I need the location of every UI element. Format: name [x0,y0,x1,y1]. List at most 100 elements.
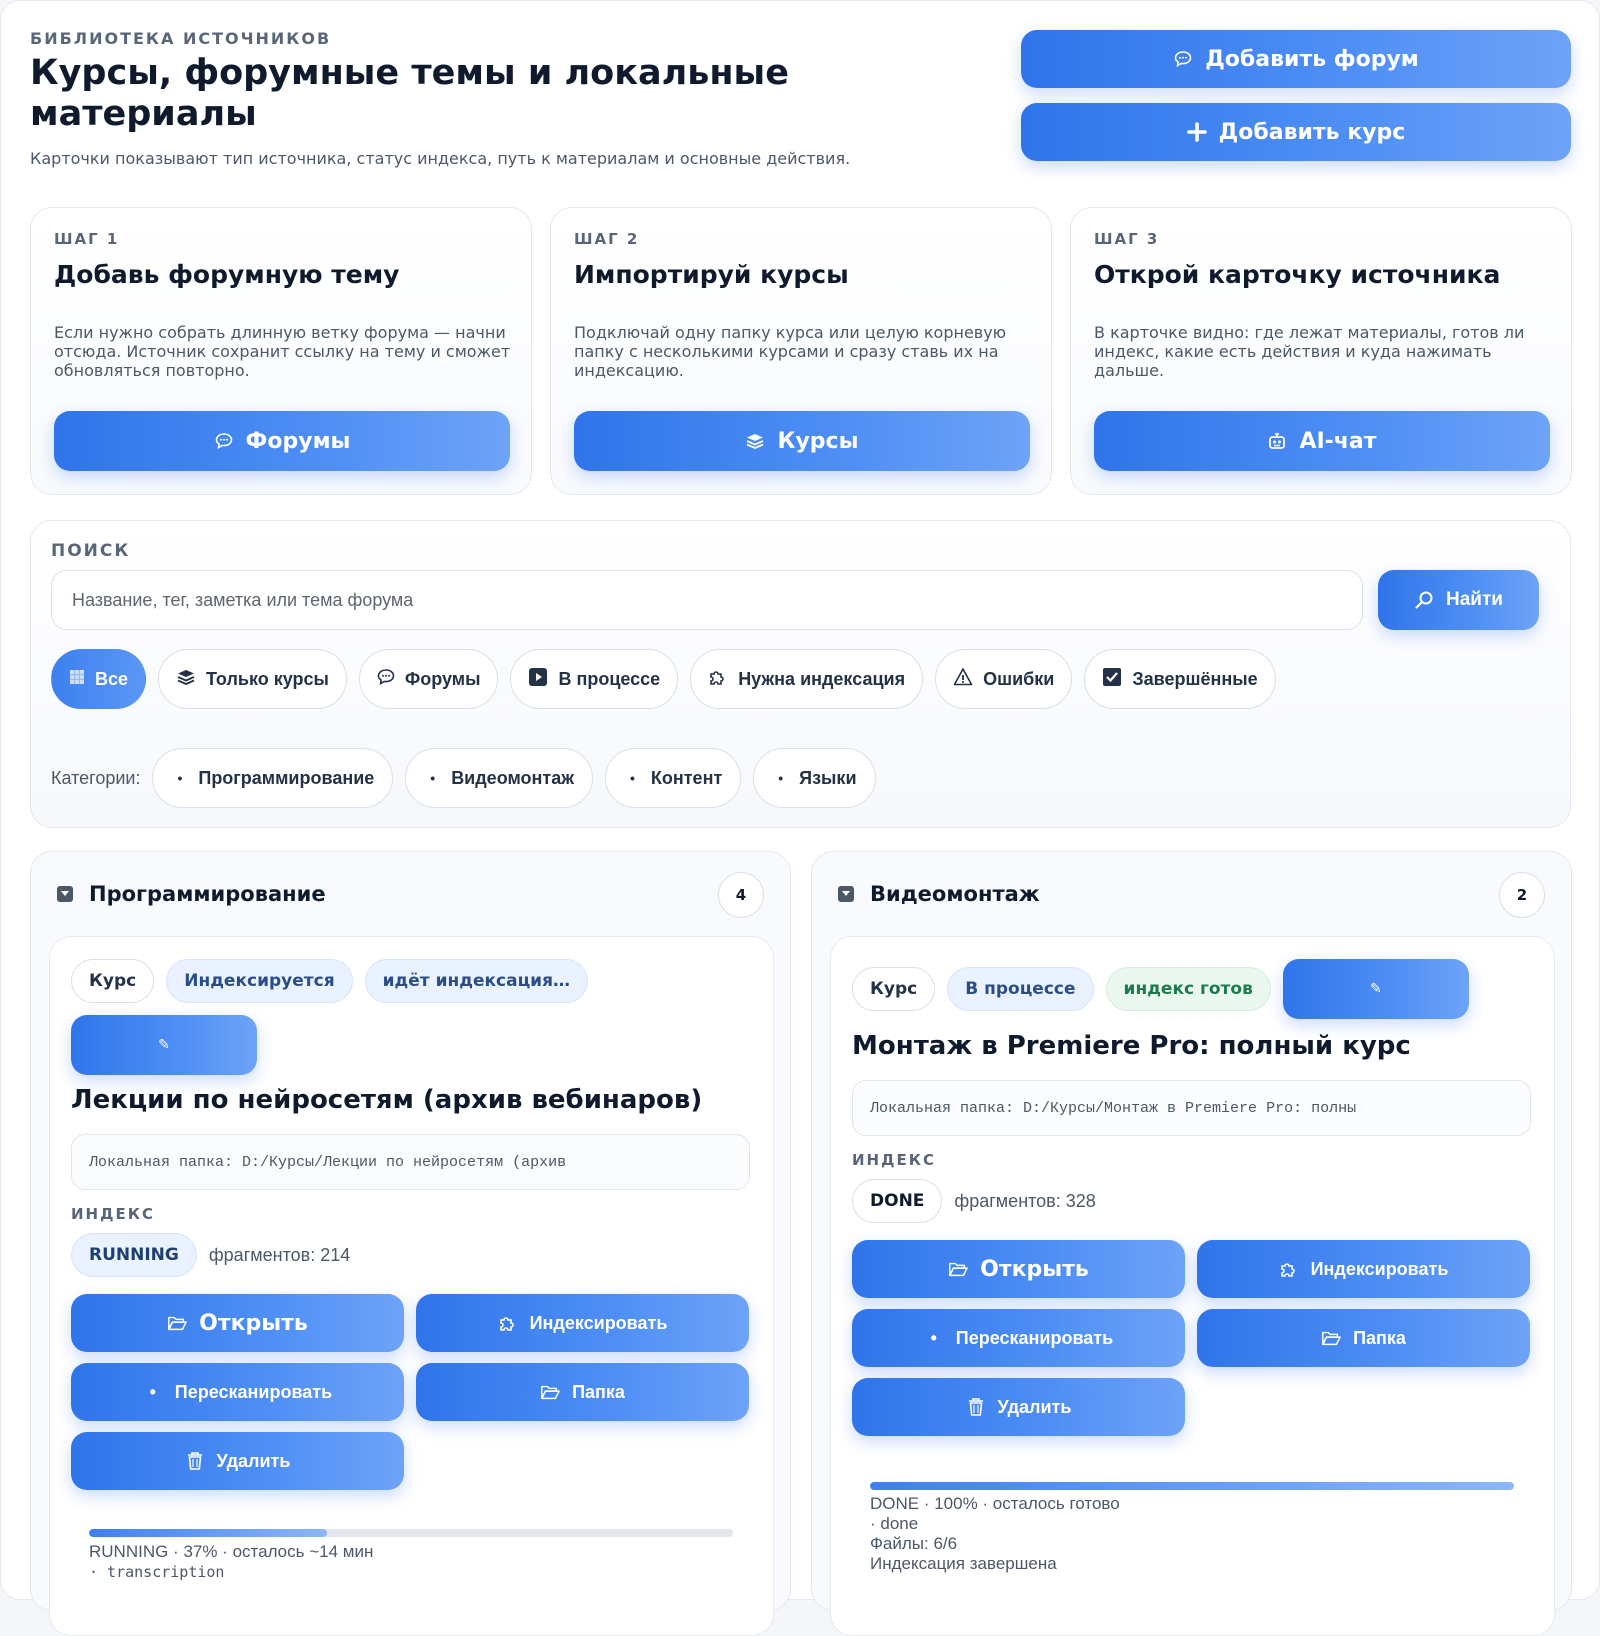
books-icon [176,667,196,692]
checkbox-icon [1102,667,1122,692]
step-label: ШАГ 3 [1094,230,1160,248]
trash-icon [185,1451,205,1471]
folder-open-icon [948,1259,968,1279]
add-forum-button[interactable]: Добавить форум [1021,30,1571,88]
group-header[interactable]: Программирование [57,882,326,906]
filter-label: В процессе [558,668,661,689]
group-title: Программирование [89,882,326,906]
step-text: В карточке видно: где лежат материалы, г… [1094,323,1525,380]
progress-stage: · done [870,1514,919,1533]
books-icon [745,431,765,451]
edit-button[interactable]: ✎ [71,1015,257,1075]
fragments-count: фрагментов: 214 [208,1244,351,1265]
filter-forums[interactable]: Форумы [358,649,499,709]
rescan-label: Пересканировать [174,1381,333,1402]
plus-icon [1186,122,1207,142]
search-input[interactable] [51,570,1363,630]
group-count-badge: 2 [1499,872,1545,918]
step-title: Добавь форумную тему [54,260,400,289]
filter-label: Ошибки [983,668,1055,689]
card-title: Монтаж в Premiere Pro: полный курс [852,1031,1411,1061]
filter-courses-only[interactable]: Только курсы [158,649,347,709]
step-text: Подключай одну папку курса или целую кор… [574,323,1007,380]
card-tags: Курс В процессе индекс готов ✎ [852,959,1552,1019]
step-card-courses: ШАГ 2 Импортируй курсы Подключай одну па… [550,207,1052,495]
filter-in-progress[interactable]: В процессе [510,649,679,709]
folder-open-icon [540,1382,560,1402]
open-label: Открыть [980,1256,1089,1282]
filter-needs-index[interactable]: Нужна индексация [690,649,924,709]
ai-chat-button[interactable]: AI-чат [1094,411,1550,471]
files-count: Файлы: 6/6 [870,1534,958,1553]
rescan-button[interactable]: • Пересканировать [71,1363,404,1421]
edit-button[interactable]: ✎ [1282,959,1469,1019]
page-kicker: БИБЛИОТЕКА ИСТОЧНИКОВ [30,29,332,48]
type-tag: Курс [71,959,155,1003]
category-group-video-editing: Видеомонтаж 2 Курс В процессе индекс гот… [811,851,1572,1636]
sources-library-page: БИБЛИОТЕКА ИСТОЧНИКОВ Курсы, форумные те… [0,0,1600,1636]
collapse-icon [838,886,854,902]
bullet-icon: • [778,770,784,786]
filter-completed[interactable]: Завершённые [1084,649,1276,709]
delete-label: Удалить [216,1450,291,1471]
open-button[interactable]: Открыть [852,1240,1185,1298]
courses-button[interactable]: Курсы [574,411,1030,471]
step-title: Открой карточку источника [1094,260,1501,289]
index-progress-bar [89,1529,733,1537]
index-status-tag: идёт индексация… [364,959,588,1003]
speech-bubble-icon [1173,49,1193,69]
step-label: ШАГ 2 [574,230,640,248]
search-button[interactable]: Найти [1378,570,1539,630]
page-title: Курсы, форумные темы и локальные материа… [30,53,789,134]
filter-errors[interactable]: Ошибки [935,649,1073,709]
category-programming[interactable]: • Программирование [152,748,394,808]
category-languages[interactable]: • Языки [753,748,876,808]
index-button[interactable]: Индексировать [1197,1240,1530,1298]
delete-button[interactable]: Удалить [71,1432,404,1490]
group-header[interactable]: Видеомонтаж [838,882,1040,906]
rescan-button[interactable]: • Пересканировать [852,1309,1185,1367]
category-group-programming: Программирование 4 Курс Индексируется ид… [30,851,791,1636]
card-title: Лекции по нейросетям (архив вебинаров) [71,1085,703,1115]
filter-label: Нужна индексация [738,668,906,689]
folder-button[interactable]: Папка [416,1363,749,1421]
index-progress-bar [870,1482,1514,1490]
progress-line: DONE · 100% · осталось готово [870,1494,1120,1513]
type-tag: Курс [852,967,936,1011]
speech-bubble-icon [214,431,234,451]
progress-line: RUNNING · 37% · осталось ~14 мин [89,1542,374,1561]
add-course-button[interactable]: Добавить курс [1021,103,1571,161]
collapse-icon [57,886,73,902]
bullet-icon: • [930,1327,937,1348]
play-icon [528,667,548,692]
forums-button[interactable]: Форумы [54,411,510,471]
index-label: ИНДЕКС [852,1151,936,1169]
filter-bar: Все Только курсы Форумы В процессе Нужна… [51,649,1276,709]
puzzle-icon [708,667,728,692]
category-label: Контент [650,767,723,788]
index-label-text: Индексировать [1310,1258,1449,1279]
index-label: ИНДЕКС [71,1205,155,1223]
index-state-badge: DONE [852,1179,943,1223]
index-progress-fill [89,1529,328,1537]
group-count-badge: 4 [718,872,764,918]
open-button[interactable]: Открыть [71,1294,404,1352]
folder-open-icon [1321,1328,1341,1348]
index-button[interactable]: Индексировать [416,1294,749,1352]
card-tags: Курс Индексируется идёт индексация… ✎ [71,959,771,1075]
bullet-icon: • [177,770,183,786]
pencil-icon: ✎ [1369,981,1382,997]
index-label-text: Индексировать [529,1312,668,1333]
step-card-forum: ШАГ 1 Добавь форумную тему Если нужно со… [30,207,532,495]
index-status-tag: индекс готов [1105,967,1271,1011]
folder-button[interactable]: Папка [1197,1309,1530,1367]
filter-label: Только курсы [206,668,329,689]
category-label: Программирование [198,767,375,788]
filter-all[interactable]: Все [51,649,147,709]
category-video-editing[interactable]: • Видеомонтаж [405,748,593,808]
delete-button[interactable]: Удалить [852,1378,1185,1436]
category-content[interactable]: • Контент [604,748,742,808]
progress-text: DONE · 100% · осталось готово · done Фай… [870,1494,1120,1574]
add-forum-label: Добавить форум [1205,46,1419,72]
filter-label: Все [95,668,129,689]
